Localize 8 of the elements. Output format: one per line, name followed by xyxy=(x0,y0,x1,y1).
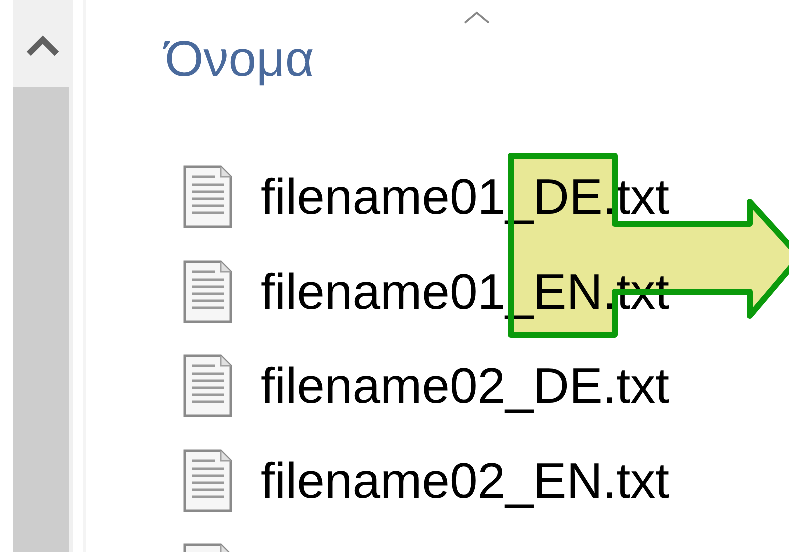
text-file-icon xyxy=(183,448,233,513)
file-name[interactable]: filename02_DE.txt xyxy=(261,357,670,416)
scrollbar-thumb[interactable] xyxy=(13,87,69,552)
name-column-header[interactable]: Όνομα xyxy=(165,26,314,92)
file-name[interactable]: filename02_EN.txt xyxy=(261,452,670,510)
text-file-icon xyxy=(183,260,233,324)
text-file-icon xyxy=(183,354,233,418)
text-file-icon xyxy=(183,165,233,230)
